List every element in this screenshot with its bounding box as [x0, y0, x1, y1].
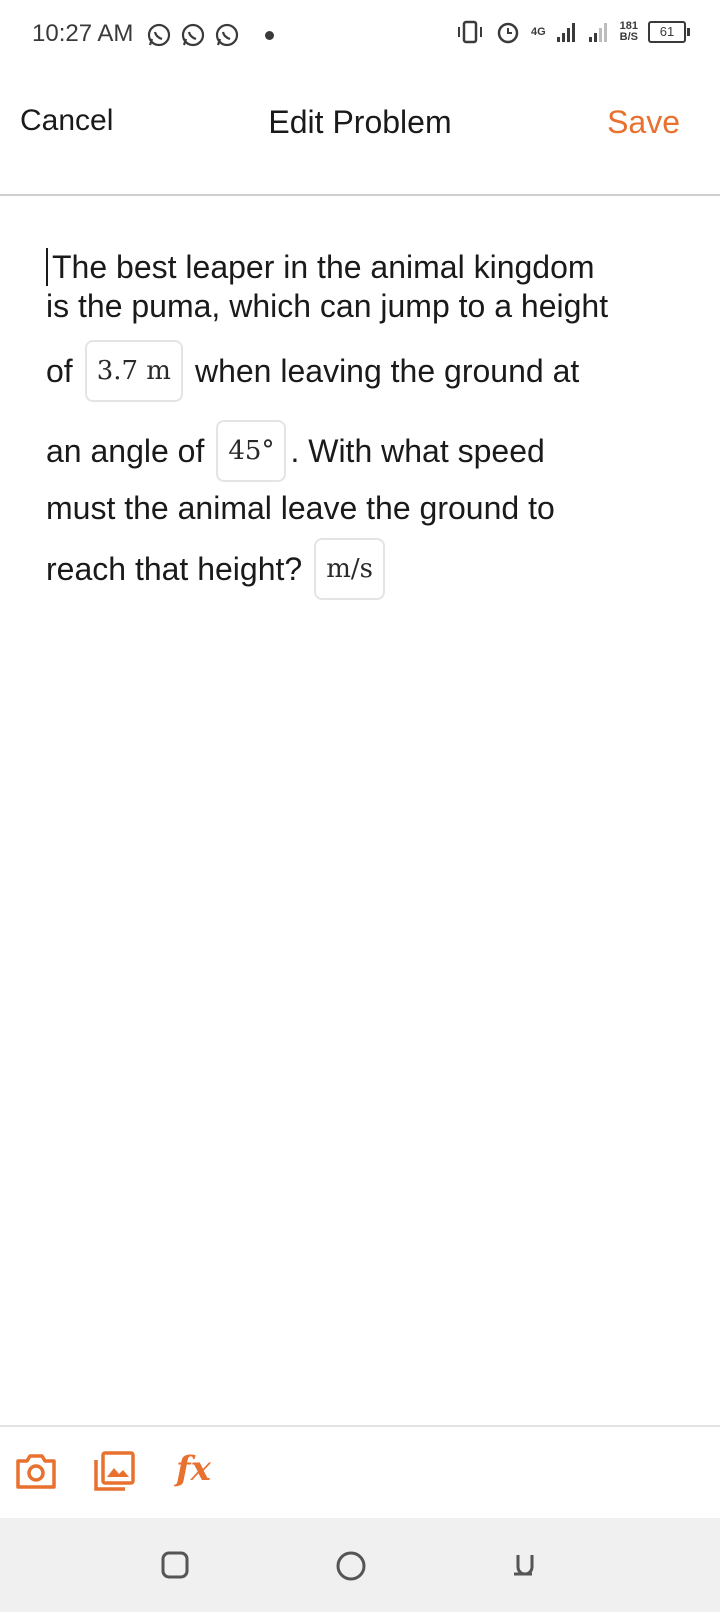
problem-text-line: must the animal leave the ground to	[46, 490, 555, 526]
camera-icon[interactable]	[14, 1449, 58, 1493]
system-navigation-bar	[0, 1518, 720, 1612]
save-button[interactable]: Save	[607, 104, 680, 141]
height-value-field[interactable]: 3.7 m	[84, 340, 183, 402]
whatsapp-icon	[147, 23, 171, 47]
problem-text-line: when leaving the ground at	[194, 352, 580, 389]
network-speed: 181 B/S	[620, 21, 638, 43]
signal-icon	[588, 23, 607, 42]
vibrate-icon	[457, 20, 482, 44]
editor-toolbar: fx	[0, 1425, 720, 1519]
problem-text-line: . With what speed	[290, 432, 545, 469]
network-speed-unit: B/S	[619, 31, 638, 43]
problem-text-line: of	[46, 352, 73, 389]
battery-icon: 61	[648, 21, 690, 43]
problem-text-line: is the puma, which can jump to a height	[46, 288, 609, 324]
problem-text-line: The best leaper in the animal kingdom	[52, 248, 595, 285]
gallery-icon[interactable]	[92, 1449, 136, 1493]
text-cursor	[46, 248, 48, 286]
whatsapp-icon	[181, 23, 205, 47]
notification-icons	[146, 22, 240, 48]
system-icons: 4G 181 B/S 61	[455, 18, 690, 46]
status-bar: 10:27 AM 4G 181 B/S 61	[0, 0, 720, 72]
answer-unit-field[interactable]: m/s	[314, 538, 385, 600]
problem-text-line: an angle of	[46, 432, 205, 469]
alarm-icon	[497, 22, 519, 44]
signal-icon	[556, 23, 575, 42]
function-icon[interactable]: fx	[176, 1449, 211, 1489]
recent-apps-icon[interactable]	[160, 1550, 190, 1580]
problem-text-line: reach that height?	[46, 550, 303, 587]
back-icon[interactable]	[510, 1550, 540, 1580]
whatsapp-icon	[215, 23, 239, 47]
home-icon[interactable]	[335, 1550, 367, 1582]
more-notifications-dot	[265, 31, 274, 40]
battery-level: 61	[648, 21, 686, 43]
network-type-label: 4G	[530, 26, 546, 38]
angle-value-field[interactable]: 45°	[216, 420, 287, 482]
status-time: 10:27 AM	[32, 20, 134, 47]
app-header: Cancel Edit Problem Save	[0, 72, 720, 196]
